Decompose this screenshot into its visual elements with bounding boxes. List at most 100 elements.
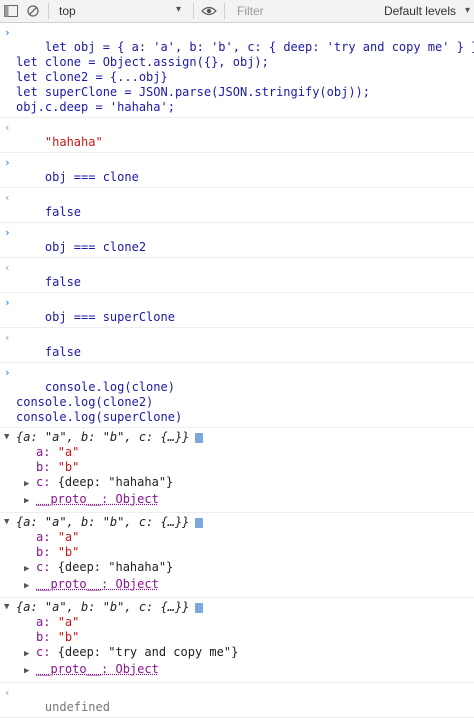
property-value: "a" <box>57 615 80 629</box>
logged-object: ▼ {a: "a", b: "b", c: {…}} a: "a" b: "b" … <box>0 513 474 598</box>
input-prompt-icon: › <box>4 366 11 379</box>
proto-label: __proto__: Object <box>36 492 159 506</box>
code-line: let superClone = JSON.parse(JSON.stringi… <box>16 85 371 99</box>
result-value: undefined <box>44 700 110 714</box>
toolbar-divider <box>193 3 194 19</box>
console-result-entry: ‹ false <box>0 328 474 363</box>
output-prompt-icon: ‹ <box>4 331 11 344</box>
input-prompt-icon: › <box>4 226 11 239</box>
expand-arrow-icon[interactable]: ▶ <box>24 477 36 492</box>
code-line: obj === clone <box>44 170 139 184</box>
property-key: a: <box>36 530 58 544</box>
expand-arrow-icon[interactable]: ▶ <box>24 494 36 509</box>
object-property: b: "b" <box>16 545 470 560</box>
object-property[interactable]: ▶ c: {deep: "try and copy me"} <box>16 645 470 662</box>
filter-input[interactable]: Filter <box>229 4 384 18</box>
input-prompt-icon: › <box>4 156 11 169</box>
property-value: "b" <box>57 630 80 644</box>
proto-label: __proto__: Object <box>36 577 159 591</box>
object-property: b: "b" <box>16 460 470 475</box>
object-property: a: "a" <box>16 445 470 460</box>
expand-arrow-icon[interactable]: ▶ <box>24 647 36 662</box>
property-value: "a" <box>57 530 80 544</box>
result-value: "hahaha" <box>44 135 103 149</box>
expand-arrow-icon[interactable]: ▼ <box>4 600 9 615</box>
property-key: b: <box>36 630 58 644</box>
property-key: a: <box>36 615 58 629</box>
code-line: let clone = Object.assign({}, obj); <box>16 55 269 69</box>
input-prompt-icon: › <box>4 26 11 39</box>
console-output: › let obj = { a: 'a', b: 'b', c: { deep: … <box>0 23 474 718</box>
toolbar-divider <box>48 3 49 19</box>
proto-label: __proto__: Object <box>36 662 159 676</box>
object-proto[interactable]: ▶ __proto__: Object <box>16 662 470 679</box>
chevron-down-icon: ▾ <box>175 4 181 15</box>
console-result-entry: ‹ false <box>0 258 474 293</box>
property-key: c: <box>36 645 58 659</box>
context-selector[interactable]: top ▾ <box>53 0 189 22</box>
output-prompt-icon: ‹ <box>4 121 11 134</box>
expand-arrow-icon[interactable]: ▶ <box>24 562 36 577</box>
result-value: false <box>44 275 82 289</box>
expand-arrow-icon[interactable]: ▼ <box>4 515 9 530</box>
property-value: {deep: "hahaha"} <box>57 560 174 574</box>
object-property[interactable]: ▶ c: {deep: "hahaha"} <box>16 560 470 577</box>
code-line: console.log(superClone) <box>16 410 183 424</box>
log-levels-label: Default levels <box>383 4 456 18</box>
object-property[interactable]: ▶ c: {deep: "hahaha"} <box>16 475 470 492</box>
code-line: let obj = { a: 'a', b: 'b', c: { deep: '… <box>44 40 474 54</box>
output-prompt-icon: ‹ <box>4 261 11 274</box>
property-value: {deep: "hahaha"} <box>57 475 174 489</box>
object-proto[interactable]: ▶ __proto__: Object <box>16 577 470 594</box>
info-icon[interactable] <box>195 432 204 443</box>
logged-object: ▼ {a: "a", b: "b", c: {…}} a: "a" b: "b" … <box>0 598 474 683</box>
eye-icon[interactable] <box>198 0 220 22</box>
console-input-entry: › obj === clone2 <box>0 223 474 258</box>
property-key: c: <box>36 560 58 574</box>
filter-placeholder: Filter <box>237 4 264 18</box>
property-value: "b" <box>57 460 80 474</box>
property-key: b: <box>36 545 58 559</box>
code-line: obj.c.deep = 'hahaha'; <box>16 100 175 114</box>
object-property: b: "b" <box>16 630 470 645</box>
result-value: false <box>44 205 82 219</box>
property-value: {deep: "try and copy me"} <box>57 645 239 659</box>
console-input-entry: › obj === superClone <box>0 293 474 328</box>
expand-arrow-icon[interactable]: ▶ <box>24 664 36 679</box>
sidebar-toggle-icon[interactable] <box>0 0 22 22</box>
context-selector-label: top <box>59 4 76 18</box>
log-levels-dropdown[interactable]: Default levels ▾ <box>384 4 474 18</box>
code-line: obj === clone2 <box>44 240 147 254</box>
console-result-entry: ‹ false <box>0 188 474 223</box>
info-icon[interactable] <box>195 602 204 613</box>
object-summary-toggle[interactable]: ▼ {a: "a", b: "b", c: {…}} <box>4 515 470 530</box>
property-key: a: <box>36 445 58 459</box>
code-line: obj === superClone <box>44 310 175 324</box>
object-summary-toggle[interactable]: ▼ {a: "a", b: "b", c: {…}} <box>4 430 470 445</box>
object-summary-toggle[interactable]: ▼ {a: "a", b: "b", c: {…}} <box>4 600 470 615</box>
output-prompt-icon: ‹ <box>4 686 11 699</box>
info-icon[interactable] <box>195 517 204 528</box>
console-result-entry: ‹ undefined <box>0 683 474 718</box>
console-result-entry: ‹ "hahaha" <box>0 118 474 153</box>
object-summary: {a: "a", b: "b", c: {…}} <box>16 600 190 614</box>
object-property: a: "a" <box>16 615 470 630</box>
console-input-entry: › obj === clone <box>0 153 474 188</box>
property-value: "b" <box>57 545 80 559</box>
object-summary: {a: "a", b: "b", c: {…}} <box>16 430 190 444</box>
code-line: console.log(clone2) <box>16 395 154 409</box>
property-key: b: <box>36 460 58 474</box>
property-value: "a" <box>57 445 80 459</box>
console-input-entry: › console.log(clone) console.log(clone2) … <box>0 363 474 428</box>
logged-object: ▼ {a: "a", b: "b", c: {…}} a: "a" b: "b" … <box>0 428 474 513</box>
code-line: console.log(clone) <box>44 380 175 394</box>
expand-arrow-icon[interactable]: ▼ <box>4 430 9 445</box>
code-line: let clone2 = {...obj} <box>16 70 168 84</box>
expand-arrow-icon[interactable]: ▶ <box>24 579 36 594</box>
chevron-down-icon: ▾ <box>464 5 470 16</box>
console-toolbar: top ▾ Filter Default levels ▾ <box>0 0 474 23</box>
clear-console-icon[interactable] <box>22 0 44 22</box>
result-value: false <box>44 345 82 359</box>
output-prompt-icon: ‹ <box>4 191 11 204</box>
property-key: c: <box>36 475 58 489</box>
